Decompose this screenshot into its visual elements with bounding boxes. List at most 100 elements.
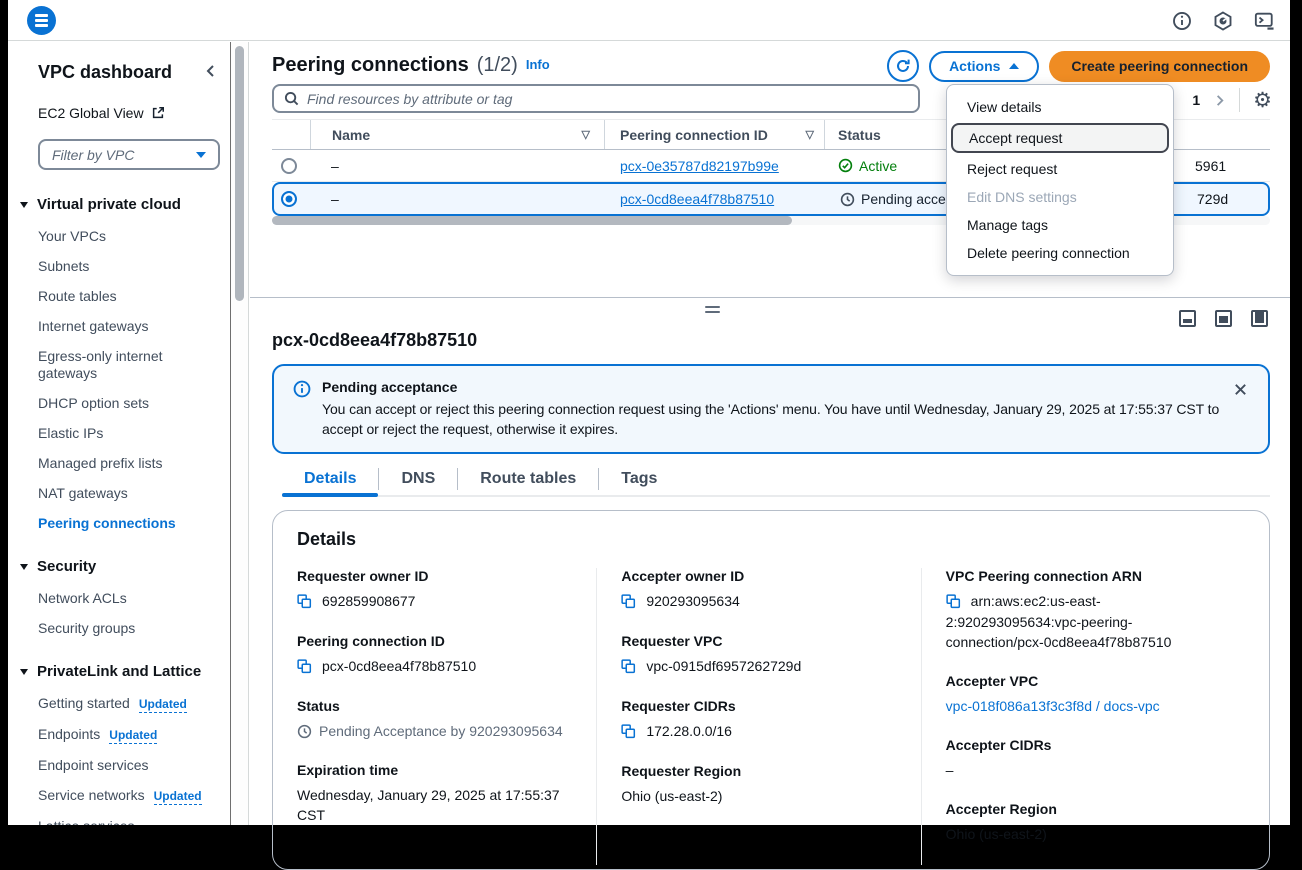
- sidebar-title: VPC dashboard: [38, 62, 172, 83]
- hexagon-gauge-icon[interactable]: [1213, 11, 1233, 31]
- caret-up-icon: [1009, 63, 1019, 69]
- detail-tabs: Details DNS Route tables Tags: [282, 463, 1270, 497]
- field-label: VPC Peering connection ARN: [946, 568, 1221, 584]
- field-label: Accepter CIDRs: [946, 737, 1221, 753]
- sidebar-item-security-groups[interactable]: Security groups: [38, 620, 208, 637]
- column-header-peering-connection-id[interactable]: Peering connection ID ▽: [605, 120, 825, 149]
- tab-details[interactable]: Details: [282, 463, 378, 495]
- info-link[interactable]: Info: [526, 57, 550, 72]
- section-label: PrivateLink and Lattice: [37, 663, 201, 680]
- menu-item-manage-tags[interactable]: Manage tags: [947, 211, 1173, 239]
- sort-icon[interactable]: ▽: [806, 128, 814, 141]
- menu-item-reject-request[interactable]: Reject request: [947, 155, 1173, 183]
- panel-layout-bottom-half-icon[interactable]: [1215, 310, 1232, 327]
- split-drag-handle[interactable]: [705, 306, 720, 313]
- field-value: Wednesday, January 29, 2025 at 17:55:37 …: [297, 785, 572, 825]
- section-label: Security: [37, 558, 96, 575]
- next-page-button[interactable]: [1213, 94, 1226, 107]
- sort-icon[interactable]: ▽: [582, 128, 590, 141]
- search-input[interactable]: [307, 91, 908, 107]
- sidebar-item-route-tables[interactable]: Route tables: [38, 288, 208, 305]
- accepter-vpc-link[interactable]: vpc-018f086a13f3c3f8d / docs-vpc: [946, 696, 1221, 716]
- menu-item-view-details[interactable]: View details: [947, 93, 1173, 121]
- cell-requester-vpc-fragment: 5961: [1195, 150, 1226, 181]
- copy-button[interactable]: [621, 594, 636, 612]
- section-label: Virtual private cloud: [37, 196, 181, 213]
- tab-dns[interactable]: DNS: [379, 463, 457, 495]
- copy-button[interactable]: [946, 594, 961, 612]
- sidebar-scrollbar-thumb[interactable]: [235, 46, 244, 301]
- peering-connection-link[interactable]: pcx-0cd8eea4f78b87510: [620, 191, 774, 207]
- external-link-icon: [151, 106, 165, 120]
- field-label: Requester owner ID: [297, 568, 572, 584]
- sidebar-item-endpoint-services[interactable]: Endpoint services: [38, 757, 208, 774]
- sidebar-item-label: Endpoints: [38, 726, 100, 742]
- section-toggle-security[interactable]: Security: [20, 558, 220, 575]
- field-value: Ohio (us-east-2): [946, 824, 1221, 844]
- field-value: 920293095634: [646, 593, 739, 609]
- sidebar: VPC dashboard EC2 Global View Filter by …: [8, 42, 230, 825]
- panel-layout-full-icon[interactable]: [1251, 310, 1268, 327]
- row-radio-button-checked[interactable]: [281, 191, 297, 207]
- field-label: Expiration time: [297, 762, 572, 778]
- alert-close-button[interactable]: [1229, 378, 1252, 404]
- sidebar-item-getting-started[interactable]: Getting startedUpdated: [38, 695, 208, 713]
- refresh-button[interactable]: [887, 50, 919, 82]
- ec2-global-view-link[interactable]: EC2 Global View: [38, 105, 220, 121]
- sidebar-item-dhcp-option-sets[interactable]: DHCP option sets: [38, 395, 208, 412]
- vpc-filter-select[interactable]: Filter by VPC: [38, 139, 220, 170]
- detail-title: pcx-0cd8eea4f78b87510: [272, 330, 1270, 351]
- page-number-button[interactable]: 1: [1192, 92, 1200, 108]
- copy-button[interactable]: [297, 594, 312, 612]
- page-title: Peering connections: [272, 54, 469, 77]
- sidebar-item-internet-gateways[interactable]: Internet gateways: [38, 318, 208, 335]
- alert-title: Pending acceptance: [322, 379, 1222, 395]
- collapse-sidebar-button[interactable]: [202, 62, 220, 83]
- sidebar-item-managed-prefix-lists[interactable]: Managed prefix lists: [38, 455, 208, 472]
- cloudshell-icon[interactable]: [1254, 11, 1274, 31]
- sidebar-item-lattice-services[interactable]: Lattice services: [38, 818, 208, 825]
- panel-layout-bottom-small-icon[interactable]: [1179, 310, 1196, 327]
- tab-route-tables[interactable]: Route tables: [458, 463, 598, 495]
- app-frame: VPC dashboard EC2 Global View Filter by …: [8, 0, 1290, 825]
- tab-tags[interactable]: Tags: [599, 463, 679, 495]
- copy-button[interactable]: [621, 659, 636, 677]
- table-settings-button[interactable]: ⚙: [1253, 90, 1272, 111]
- peering-connection-link[interactable]: pcx-0e35787d82197b99e: [620, 158, 779, 174]
- menu-item-edit-dns-settings: Edit DNS settings: [947, 183, 1173, 211]
- field-label: Status: [297, 698, 572, 714]
- sidebar-item-elastic-ips[interactable]: Elastic IPs: [38, 425, 208, 442]
- actions-button[interactable]: Actions: [929, 51, 1039, 82]
- hamburger-menu-button[interactable]: [27, 6, 56, 35]
- info-icon[interactable]: [1172, 11, 1192, 31]
- close-icon: [1233, 382, 1248, 397]
- divider: [1239, 88, 1240, 112]
- field-value: 692859908677: [322, 593, 415, 609]
- chevron-left-icon: [204, 64, 218, 78]
- copy-button[interactable]: [621, 724, 636, 742]
- field-label: Requester VPC: [621, 633, 896, 649]
- selection-column-header: [272, 120, 310, 149]
- sidebar-item-peering-connections[interactable]: Peering connections: [38, 515, 208, 532]
- field-value: –: [946, 760, 1221, 780]
- row-radio-button[interactable]: [281, 158, 297, 174]
- sidebar-item-subnets[interactable]: Subnets: [38, 258, 208, 275]
- section-toggle-virtual-private-cloud[interactable]: Virtual private cloud: [20, 196, 220, 213]
- details-card-title: Details: [297, 529, 1245, 550]
- sidebar-item-service-networks[interactable]: Service networksUpdated: [38, 787, 226, 805]
- field-value: arn:aws:ec2:us-east-2:920293095634:vpc-p…: [946, 593, 1172, 650]
- sidebar-scrollbar[interactable]: [230, 42, 249, 825]
- section-toggle-privatelink-and-lattice[interactable]: PrivateLink and Lattice: [20, 663, 220, 680]
- horizontal-scrollbar-thumb[interactable]: [272, 216, 792, 225]
- sidebar-item-nat-gateways[interactable]: NAT gateways: [38, 485, 208, 502]
- create-peering-connection-button[interactable]: Create peering connection: [1049, 51, 1270, 82]
- sidebar-item-endpoints[interactable]: EndpointsUpdated: [38, 726, 208, 744]
- sidebar-item-egress-only-internet-gateways[interactable]: Egress-only internet gateways: [38, 348, 208, 382]
- column-header-name[interactable]: Name ▽: [310, 120, 605, 149]
- sidebar-item-network-acls[interactable]: Network ACLs: [38, 590, 208, 607]
- sidebar-item-your-vpcs[interactable]: Your VPCs: [38, 228, 208, 245]
- copy-button[interactable]: [297, 659, 312, 677]
- gear-icon: ⚙: [1253, 90, 1272, 111]
- menu-item-accept-request[interactable]: Accept request: [951, 123, 1169, 153]
- menu-item-delete-peering-connection[interactable]: Delete peering connection: [947, 239, 1173, 267]
